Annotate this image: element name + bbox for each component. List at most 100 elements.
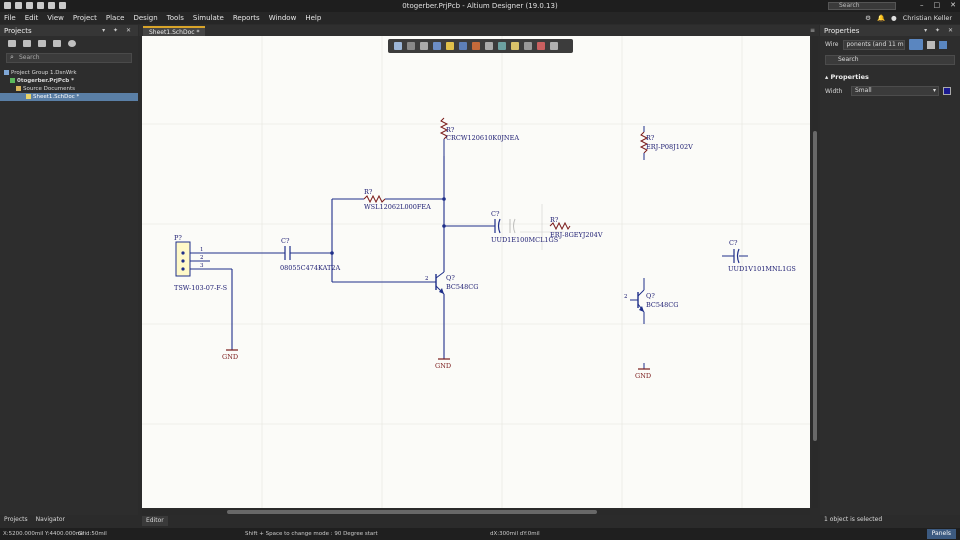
- move-icon[interactable]: [407, 42, 415, 50]
- gnd-port-2[interactable]: GND: [435, 358, 451, 370]
- menu-tools[interactable]: Tools: [167, 14, 184, 22]
- resistor-r4[interactable]: R? ERJ-P08J102V: [639, 126, 693, 160]
- port-icon[interactable]: [511, 42, 519, 50]
- align-icon[interactable]: [433, 42, 441, 50]
- net-label-icon[interactable]: [498, 42, 506, 50]
- text-icon[interactable]: [550, 42, 558, 50]
- gnd-port-3[interactable]: GND: [635, 363, 651, 380]
- transistor-q2[interactable]: 2 Q? BC548CG: [624, 278, 678, 324]
- projects-panel: Projects ▾ ✦ ✕ Search Project Group 1.Ds…: [0, 25, 138, 515]
- q2-part: BC548CG: [646, 301, 678, 309]
- properties-search-input[interactable]: Search: [825, 55, 955, 65]
- menu-edit[interactable]: Edit: [25, 14, 39, 22]
- tab-editor[interactable]: Editor: [142, 516, 168, 526]
- schematic-drawing[interactable]: P? TSW-103-07-F-S 1 2 3 C? 08055C474KAT2…: [142, 36, 810, 508]
- r2-designator: R?: [446, 126, 455, 134]
- no-erc-icon[interactable]: [537, 42, 545, 50]
- menu-reports[interactable]: Reports: [233, 14, 260, 22]
- power-port-icon[interactable]: [472, 42, 480, 50]
- properties-section-header[interactable]: ▴ Properties: [820, 67, 960, 83]
- connector-p1[interactable]: P? TSW-103-07-F-S 1 2 3: [174, 234, 227, 292]
- maximize-icon[interactable]: □: [934, 1, 941, 9]
- bus-icon[interactable]: [485, 42, 493, 50]
- properties-panel: Properties ▾ ✦ ✕ Wire ponents (and 11 mo…: [820, 25, 960, 515]
- tree-item-source-documents[interactable]: Source Documents: [0, 85, 138, 93]
- folder-icon[interactable]: [38, 40, 46, 47]
- filter-icon[interactable]: [394, 42, 402, 50]
- p1-part: TSW-103-07-F-S: [174, 284, 227, 292]
- compile-icon[interactable]: [23, 40, 31, 47]
- menu-view[interactable]: View: [47, 14, 64, 22]
- wire-icon[interactable]: [459, 42, 467, 50]
- properties-status: 1 object is selected: [824, 516, 882, 526]
- q1-pin-label: 2: [425, 276, 429, 282]
- tab-sheet1[interactable]: Sheet1.SchDoc *: [143, 26, 206, 36]
- filter-button[interactable]: [908, 39, 923, 50]
- copy-icon[interactable]: [926, 40, 935, 49]
- capacitor-c3[interactable]: C? UUD1V101MNL1GS: [722, 239, 796, 273]
- minimize-icon[interactable]: –: [920, 1, 924, 9]
- menu-project[interactable]: Project: [73, 14, 97, 22]
- workspace-icon: [4, 70, 9, 75]
- tab-projects[interactable]: Projects: [4, 516, 28, 526]
- folder-open-icon[interactable]: [53, 40, 61, 47]
- tree-item-sheet[interactable]: Sheet1.SchDoc *: [0, 93, 138, 101]
- document-tab-strip: Sheet1.SchDoc * ≡: [139, 25, 819, 36]
- menu-design[interactable]: Design: [133, 14, 157, 22]
- panels-button[interactable]: Panels: [926, 529, 956, 539]
- status-bar: X:5200.000mil Y:4400.000mil Grid:50mil S…: [0, 528, 960, 540]
- horizontal-scroll-thumb[interactable]: [227, 510, 597, 514]
- r1-part: WSL12062L000FEA: [364, 203, 431, 211]
- menu-help[interactable]: Help: [305, 14, 321, 22]
- menu-items: File Edit View Project Place Design Tools Simul…: [4, 14, 321, 22]
- width-row: Width Small ▾: [820, 83, 960, 99]
- projects-search-input[interactable]: Search: [6, 53, 132, 63]
- panel-pin-icon[interactable]: ▾ ✦ ✕: [102, 27, 134, 34]
- tab-menu-icon[interactable]: ≡: [810, 27, 815, 34]
- menu-bar: File Edit View Project Place Design Tools Simul…: [0, 12, 960, 24]
- r3-part: ERJ-8GEYJ204V: [550, 231, 603, 239]
- wires[interactable]: [190, 156, 492, 359]
- select-icon[interactable]: [420, 42, 428, 50]
- horizontal-scrollbar[interactable]: [142, 509, 810, 515]
- gear-icon[interactable]: ⚙: [865, 14, 871, 22]
- q1-designator: Q?: [446, 274, 455, 282]
- place-part-icon[interactable]: [446, 42, 454, 50]
- properties-panel-title: Properties: [824, 27, 860, 35]
- p1-pin2-label: 2: [200, 255, 204, 261]
- folder-icon: [16, 86, 21, 91]
- color-swatch[interactable]: [943, 87, 951, 95]
- r2-part: CRCW120610K0JNEA: [446, 134, 519, 142]
- resistor-r3[interactable]: R? ERJ-8GEYJ204V: [549, 216, 603, 239]
- menu-window[interactable]: Window: [269, 14, 297, 22]
- user-name[interactable]: Christian Keller: [903, 14, 952, 22]
- paste-icon[interactable]: [938, 40, 947, 49]
- vertical-scroll-thumb[interactable]: [813, 131, 817, 441]
- close-icon[interactable]: ✕: [950, 1, 956, 9]
- gnd-label-1: GND: [222, 353, 238, 361]
- width-select[interactable]: Small ▾: [851, 86, 939, 96]
- vertical-scrollbar[interactable]: [812, 36, 818, 508]
- save-project-icon[interactable]: [8, 40, 16, 47]
- tab-navigator[interactable]: Navigator: [36, 516, 65, 526]
- menu-simulate[interactable]: Simulate: [193, 14, 224, 22]
- q1-part: BC548CG: [446, 283, 478, 291]
- settings-icon[interactable]: [68, 40, 76, 47]
- transistor-q1[interactable]: 2 Q? BC548CG: [422, 271, 478, 295]
- menu-file[interactable]: File: [4, 14, 16, 22]
- tree-item-workspace[interactable]: Project Group 1.DsnWrk: [0, 69, 138, 77]
- tree-item-project[interactable]: 0togerber.PrjPcb *: [0, 77, 138, 85]
- delta-readout: dX:300mil dY:0mil: [490, 531, 540, 537]
- notifications-icon[interactable]: 🔔: [877, 14, 885, 22]
- menu-place[interactable]: Place: [106, 14, 125, 22]
- capacitor-c2[interactable]: C? UUD1E100MCL1GS: [491, 210, 558, 244]
- gnd-port-1[interactable]: GND: [222, 349, 238, 361]
- selection-status: 1 object is selected: [824, 516, 883, 523]
- sheet-symbol-icon[interactable]: [524, 42, 532, 50]
- gnd-label-2: GND: [435, 362, 451, 370]
- panel-pin-icon[interactable]: ▾ ✦ ✕: [924, 27, 956, 34]
- selection-filter-field[interactable]: ponents (and 11 more): [842, 39, 905, 50]
- schematic-canvas[interactable]: P? TSW-103-07-F-S 1 2 3 C? 08055C474KAT2…: [142, 36, 810, 508]
- user-icon[interactable]: ●: [891, 14, 897, 22]
- global-search-input[interactable]: Search: [828, 2, 896, 10]
